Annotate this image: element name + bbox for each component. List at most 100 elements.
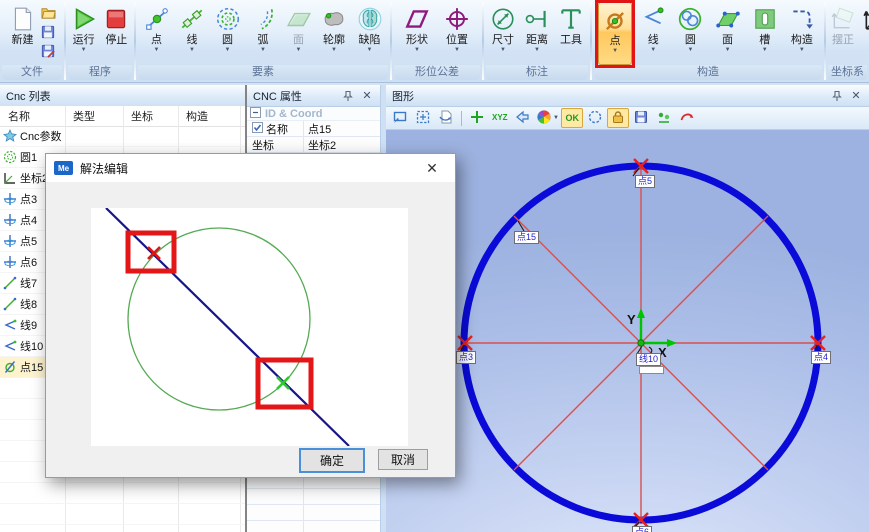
pin-icon[interactable] xyxy=(341,89,355,103)
entity-label-点5[interactable]: 点5 xyxy=(635,175,655,188)
toolbar-crosshair-button[interactable] xyxy=(466,108,488,128)
column-header[interactable]: 名称 xyxy=(0,108,65,124)
property-row: 坐标坐标2 xyxy=(247,137,380,153)
ribbon-button-label: 距离 xyxy=(526,34,548,47)
ribbon-button-con-point[interactable]: 点▼ xyxy=(598,2,632,65)
toolbar-xyz-button[interactable]: XYZ xyxy=(489,108,511,128)
chevron-down-icon: ▼ xyxy=(725,47,731,54)
entity-label-点3[interactable]: 点3 xyxy=(456,351,476,364)
ribbon-group-label-annotation: 标注 xyxy=(486,65,588,80)
toolbar-redo-curve-button[interactable] xyxy=(676,108,698,128)
ribbon-button-construct[interactable]: 构造▼ xyxy=(786,2,818,65)
toolbar-fit-view-button[interactable] xyxy=(412,108,434,128)
point-list-icon xyxy=(2,192,18,206)
construct-icon xyxy=(789,4,815,34)
ribbon-button-align[interactable]: 摆正 xyxy=(827,2,859,65)
ribbon-button-con-face[interactable]: 面▼ xyxy=(712,2,744,65)
checkbox-checked-icon[interactable] xyxy=(252,122,263,136)
ribbon-button-save-as[interactable] xyxy=(39,43,58,61)
ribbon-button-con-line[interactable]: 线▼ xyxy=(637,2,669,65)
toolbar-zoom-window-button[interactable] xyxy=(389,108,411,128)
toolbar-divider xyxy=(461,111,462,126)
ok-button[interactable]: 确定 xyxy=(299,448,365,473)
close-icon[interactable]: ✕ xyxy=(360,89,374,103)
entity-label-点4[interactable]: 点4 xyxy=(811,351,831,364)
pin-icon[interactable] xyxy=(830,89,844,103)
ribbon-button-label: 停止 xyxy=(105,34,127,47)
ribbon-button-coord[interactable]: 坐 xyxy=(859,2,869,65)
empty-list-row xyxy=(0,483,245,504)
list-item-name: 坐标2 xyxy=(20,170,48,186)
entity-label-点6[interactable]: 点6 xyxy=(632,526,652,532)
ribbon-button-distance[interactable]: 距离▼ xyxy=(521,2,553,65)
column-header[interactable]: 构造 xyxy=(178,108,245,124)
ribbon-button-shape[interactable]: 形状▼ xyxy=(401,2,433,65)
ribbon-group-coordsys: 摆正坐坐标系 xyxy=(826,0,869,82)
property-value[interactable]: 坐标2 xyxy=(304,137,380,153)
ribbon-button-run[interactable]: 运行▼ xyxy=(68,2,100,65)
ribbon-button-tool[interactable]: 工具 xyxy=(555,2,587,65)
ribbon-button-label: 形状 xyxy=(406,34,428,47)
ribbon-button-defect[interactable]: 缺陷▼ xyxy=(354,2,386,65)
column-header[interactable]: 坐标 xyxy=(123,108,178,124)
ribbon-button-face[interactable]: 面▼ xyxy=(283,2,315,65)
column-header[interactable]: 类型 xyxy=(65,108,123,124)
entity-label-线10[interactable]: 线10 xyxy=(636,353,661,366)
save-as-icon xyxy=(41,44,55,61)
list-item-name: 点15 xyxy=(20,359,43,375)
toolbar-page-flip-button[interactable] xyxy=(435,108,457,128)
ribbon-button-con-circle[interactable]: 圆▼ xyxy=(674,2,706,65)
properties-group-header[interactable]: ID & Coord xyxy=(247,107,380,121)
collapse-icon[interactable] xyxy=(250,107,261,121)
ribbon-button-position[interactable]: 位置▼ xyxy=(441,2,473,65)
ribbon-button-new[interactable]: 新建 xyxy=(7,2,39,47)
ribbon-button-stop[interactable]: 停止 xyxy=(100,2,132,65)
chevron-down-icon: ▼ xyxy=(534,47,540,54)
angle-list-icon xyxy=(2,318,18,332)
property-value[interactable]: 点15 xyxy=(304,121,380,137)
ribbon-button-label: 弧 xyxy=(258,34,269,47)
align-icon xyxy=(830,4,856,34)
toolbar-save-view-button[interactable] xyxy=(630,108,652,128)
empty-list-row xyxy=(0,525,245,532)
chevron-down-icon: ▼ xyxy=(687,47,693,54)
ribbon-button-label: 位置 xyxy=(446,34,468,47)
ribbon-group-file: 新建文件 xyxy=(0,0,64,82)
close-icon[interactable]: ✕ xyxy=(417,157,447,179)
ribbon-button-size[interactable]: 尺寸▼ xyxy=(487,2,519,65)
toolbar-points-button[interactable] xyxy=(653,108,675,128)
properties-title: CNC 属性 ✕ xyxy=(247,85,380,107)
dialog-titlebar[interactable]: Me 解法编辑 ✕ xyxy=(46,154,455,182)
ribbon-button-contour[interactable]: 轮廓▼ xyxy=(318,2,350,65)
ribbon-group-label-construction: 构造 xyxy=(594,65,822,80)
toolbar-lock-button[interactable] xyxy=(607,108,629,128)
stop-icon xyxy=(103,4,129,34)
ribbon-button-point[interactable]: 点▼ xyxy=(141,2,173,65)
toolbar-color-wheel-button[interactable]: ▼ xyxy=(535,108,560,128)
ribbon-button-open[interactable] xyxy=(39,5,58,23)
ok-toggle-icon: OK xyxy=(564,109,580,128)
ribbon-button-circle[interactable]: 圆▼ xyxy=(212,2,244,65)
zoom-window-icon xyxy=(392,109,408,128)
list-item-Cnc参数[interactable]: Cnc参数 xyxy=(0,126,245,147)
cancel-button[interactable]: 取消 xyxy=(378,449,428,470)
slot-icon xyxy=(752,4,778,34)
solution-preview[interactable] xyxy=(91,208,408,446)
ribbon-button-slot[interactable]: 槽▼ xyxy=(749,2,781,65)
cnc-list-title: Cnc 列表 xyxy=(0,85,245,107)
ribbon-button-label: 圆 xyxy=(685,34,696,47)
entity-label-点15[interactable]: 点15 xyxy=(514,231,539,244)
toolbar-undo-arrow-button[interactable] xyxy=(512,108,534,128)
graphics-panel: 图形 ✕ XYZ▼OK xyxy=(386,85,869,532)
toolbar-dashed-circle-button[interactable] xyxy=(584,108,606,128)
ribbon-button-line[interactable]: 线▼ xyxy=(176,2,208,65)
position-tolerance-icon xyxy=(444,4,470,34)
ribbon-button-label: 槽 xyxy=(759,34,770,47)
fit-view-icon xyxy=(415,109,431,128)
close-icon[interactable]: ✕ xyxy=(849,89,863,103)
ribbon-button-save[interactable] xyxy=(39,24,58,42)
graphics-viewport[interactable]: Y X 点5点15点3点4线10点6 xyxy=(386,130,869,532)
toolbar-ok-toggle-button[interactable]: OK xyxy=(561,108,583,128)
ribbon-group-label-program: 程序 xyxy=(68,65,132,80)
ribbon-button-arc[interactable]: 弧▼ xyxy=(247,2,279,65)
